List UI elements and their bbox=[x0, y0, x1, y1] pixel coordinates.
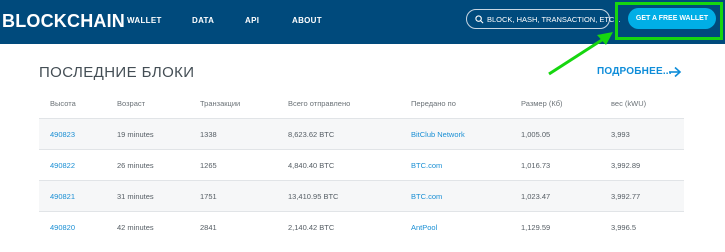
table-row: 490822 26 minutes 1265 4,840.40 BTC BTC.… bbox=[39, 149, 684, 180]
block-height-link[interactable]: 490820 bbox=[50, 212, 75, 242]
total-sent: 4,840.40 BTC bbox=[288, 160, 335, 170]
blockchain-logo[interactable]: BLOCKCHAIN bbox=[2, 11, 125, 32]
total-sent: 13,410.95 BTC bbox=[288, 191, 339, 201]
column-header: Транзакции bbox=[200, 99, 241, 108]
column-header: Размер (Кб) bbox=[521, 99, 563, 108]
tx-count: 2841 bbox=[200, 222, 217, 232]
column-header: Высота bbox=[50, 99, 76, 108]
relayed-by-link[interactable]: BitClub Network bbox=[411, 119, 465, 149]
nav-about[interactable]: ABOUT bbox=[292, 16, 322, 25]
block-size: 1,023.47 bbox=[521, 191, 551, 201]
table-header-row: Высота Возраст Транзакции Всего отправле… bbox=[39, 89, 684, 118]
block-size: 1,129.59 bbox=[521, 222, 551, 232]
relayed-by-link[interactable]: BTC.com bbox=[411, 181, 442, 211]
block-weight: 3,992.89 bbox=[611, 160, 641, 170]
tx-count: 1338 bbox=[200, 129, 217, 139]
column-header: Всего отправлено bbox=[288, 99, 351, 108]
block-height-link[interactable]: 490822 bbox=[50, 150, 75, 180]
tx-count: 1751 bbox=[200, 191, 217, 201]
column-header: Передано по bbox=[411, 99, 456, 108]
block-weight: 3,996.5 bbox=[611, 222, 637, 232]
nav-api[interactable]: API bbox=[245, 16, 259, 25]
table-row: 490823 19 minutes 1338 8,623.62 BTC BitC… bbox=[39, 118, 684, 149]
get-free-wallet-button[interactable]: GET A FREE WALLET bbox=[628, 8, 716, 29]
arrow-right-icon[interactable] bbox=[668, 66, 682, 78]
relayed-by-link[interactable]: AntPool bbox=[411, 212, 437, 242]
block-weight: 3,992.77 bbox=[611, 191, 641, 201]
column-header: вес (kWU) bbox=[611, 99, 647, 108]
block-age: 31 minutes bbox=[117, 191, 154, 201]
blocks-table: Высота Возраст Транзакции Всего отправле… bbox=[39, 89, 684, 242]
section-title: ПОСЛЕДНИЕ БЛОКИ bbox=[39, 64, 195, 81]
block-weight: 3,993 bbox=[611, 129, 630, 139]
table-row: 490820 42 minutes 2841 2,140.42 BTC AntP… bbox=[39, 211, 684, 242]
table-row: 490821 31 minutes 1751 13,410.95 BTC BTC… bbox=[39, 180, 684, 211]
search-input[interactable]: BLOCK, HASH, TRANSACTION, ETC... bbox=[466, 9, 621, 29]
total-sent: 8,623.62 BTC bbox=[288, 129, 335, 139]
block-height-link[interactable]: 490821 bbox=[50, 181, 75, 211]
search-icon bbox=[475, 15, 484, 24]
tx-count: 1265 bbox=[200, 160, 217, 170]
block-size: 1,016.73 bbox=[521, 160, 551, 170]
nav-data[interactable]: DATA bbox=[192, 16, 214, 25]
search-placeholder: BLOCK, HASH, TRANSACTION, ETC... bbox=[487, 15, 621, 24]
nav-wallet[interactable]: WALLET bbox=[127, 16, 162, 25]
more-link[interactable]: ПОДРОБНЕЕ... bbox=[597, 66, 672, 77]
relayed-by-link[interactable]: BTC.com bbox=[411, 150, 442, 180]
block-age: 26 minutes bbox=[117, 160, 154, 170]
total-sent: 2,140.42 BTC bbox=[288, 222, 335, 232]
block-size: 1,005.05 bbox=[521, 129, 551, 139]
column-header: Возраст bbox=[117, 99, 146, 108]
block-age: 19 minutes bbox=[117, 129, 154, 139]
top-navbar: BLOCKCHAIN WALLET DATA API ABOUT BLOCK, … bbox=[0, 0, 725, 44]
block-height-link[interactable]: 490823 bbox=[50, 119, 75, 149]
block-age: 42 minutes bbox=[117, 222, 154, 232]
